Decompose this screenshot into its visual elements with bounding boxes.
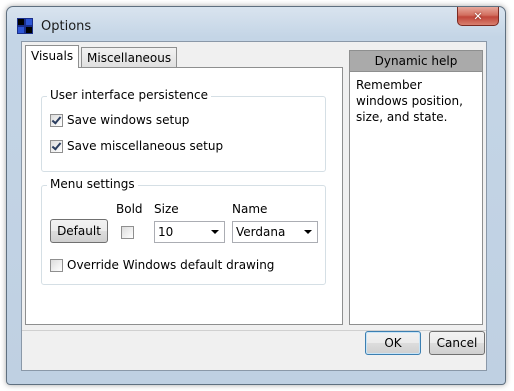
default-button[interactable]: Default <box>50 219 108 243</box>
save-windows-setup-checkbox[interactable] <box>50 113 63 127</box>
app-icon <box>17 18 33 34</box>
save-windows-setup-option[interactable]: Save windows setup <box>50 113 189 127</box>
tab-visuals-label: Visuals <box>31 49 74 63</box>
size-label: Size <box>154 202 179 216</box>
default-button-label: Default <box>57 224 101 238</box>
persistence-group-title: User interface persistence <box>47 88 211 102</box>
override-drawing-option[interactable]: Override Windows default drawing <box>50 258 274 272</box>
ok-button[interactable]: OK <box>365 331 421 355</box>
visuals-tab-panel: User interface persistence Save windows … <box>25 67 343 325</box>
override-drawing-checkbox[interactable] <box>50 258 63 272</box>
tab-miscellaneous[interactable]: Miscellaneous <box>81 47 178 67</box>
save-misc-setup-option[interactable]: Save miscellaneous setup <box>50 139 223 153</box>
dynamic-help-text: Remember windows position, size, and sta… <box>356 78 463 124</box>
menu-settings-group: Menu settings Bold Size Name Default 10 … <box>41 177 326 285</box>
close-icon: ✕ <box>473 9 483 23</box>
save-windows-setup-label: Save windows setup <box>67 113 190 127</box>
bold-label: Bold <box>116 202 143 216</box>
save-misc-setup-checkbox[interactable] <box>50 139 63 153</box>
menu-settings-group-title: Menu settings <box>47 177 138 191</box>
save-misc-setup-label: Save miscellaneous setup <box>67 139 224 153</box>
chevron-down-icon <box>304 230 312 234</box>
size-select[interactable]: 10 <box>154 221 225 243</box>
name-label: Name <box>232 202 268 216</box>
cancel-button[interactable]: Cancel <box>429 331 485 355</box>
tab-miscellaneous-label: Miscellaneous <box>87 51 172 65</box>
options-dialog: Options ✕ Visuals Miscellaneous User int… <box>6 6 506 385</box>
size-select-value: 10 <box>158 225 174 239</box>
persistence-group: User interface persistence Save windows … <box>41 88 326 172</box>
tab-visuals[interactable]: Visuals <box>25 45 80 68</box>
close-button[interactable]: ✕ <box>457 7 499 26</box>
chevron-down-icon <box>211 230 219 234</box>
dynamic-help-pane: Dynamic help Remember windows position, … <box>349 50 483 325</box>
dialog-client-area: Visuals Miscellaneous User interface per… <box>21 41 487 371</box>
override-drawing-label: Override Windows default drawing <box>67 258 275 272</box>
name-select[interactable]: Verdana <box>232 221 318 243</box>
window-title: Options <box>41 19 92 34</box>
bold-checkbox[interactable] <box>121 226 134 239</box>
title-bar[interactable]: Options ✕ <box>7 7 505 35</box>
name-select-value: Verdana <box>236 225 286 239</box>
ok-button-label: OK <box>384 336 402 350</box>
dynamic-help-header: Dynamic help <box>350 51 482 72</box>
cancel-button-label: Cancel <box>436 336 478 350</box>
